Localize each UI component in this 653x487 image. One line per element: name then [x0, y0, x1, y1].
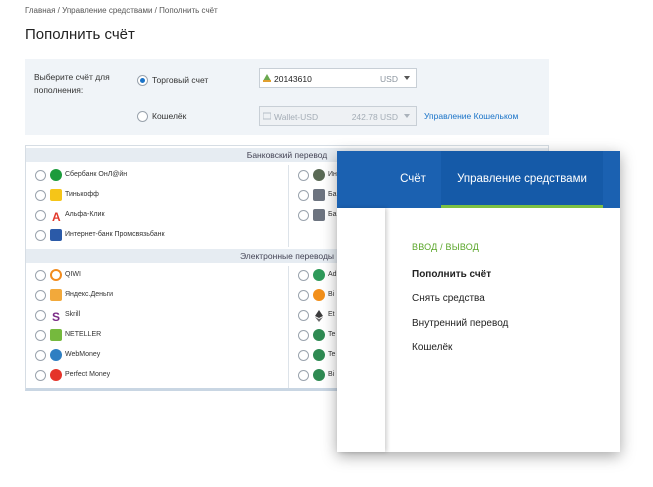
wallet-icon	[263, 112, 271, 120]
tinkoff-logo-icon	[50, 189, 62, 201]
advcash-logo-icon	[313, 269, 325, 281]
skrill-logo-icon: S	[50, 309, 62, 324]
bank-building-icon	[313, 189, 325, 201]
payment-method-radio[interactable]	[35, 170, 46, 181]
bank-transfer-icon	[313, 209, 325, 221]
qiwi-logo-icon	[50, 269, 62, 281]
sberbank-logo-icon	[50, 169, 62, 181]
tether-logo-icon	[313, 329, 325, 341]
payment-method-name: Яндекс.Деньги	[65, 291, 114, 298]
menu-item-wallet[interactable]: Кошелёк	[412, 342, 452, 353]
payment-method-name: Ин	[328, 171, 337, 178]
account-select-label: Выберите счёт для пополнения:	[34, 72, 110, 95]
payment-method-name: Интернет-банк Промсвязьбанк	[65, 231, 165, 238]
payment-method-radio[interactable]	[35, 230, 46, 241]
chevron-down-icon	[404, 76, 410, 80]
payment-method-radio[interactable]	[298, 350, 309, 361]
payment-method-name: Et	[328, 311, 335, 318]
payment-method-name: Perfect Money	[65, 371, 111, 378]
page-title: Пополнить счёт	[25, 26, 135, 43]
payment-method-radio[interactable]	[298, 210, 309, 221]
payment-method-name: Bi	[328, 371, 335, 378]
menu-item-internal-transfer[interactable]: Внутренний перевод	[412, 318, 508, 329]
webmoney-logo-icon	[50, 349, 62, 361]
menu-item-deposit[interactable]: Пополнить счёт	[412, 269, 491, 280]
tether-logo-icon	[313, 349, 325, 361]
radio-trading-account[interactable]	[137, 75, 148, 86]
payment-method-radio[interactable]	[298, 290, 309, 301]
account-menu-overlay: Счёт Управление средствами ВВОД / ВЫВОД …	[337, 151, 620, 452]
breadcrumb[interactable]: Главная / Управление средствами / Пополн…	[25, 6, 218, 15]
deposit-withdraw-heading: ВВОД / ВЫВОД	[412, 242, 480, 252]
payment-method-radio[interactable]	[35, 370, 46, 381]
account-select-panel: Выберите счёт для пополнения: Торговый с…	[25, 59, 549, 135]
account-select-value: 20143610	[274, 74, 312, 84]
overlay-sidebar	[337, 208, 385, 452]
payment-method-radio[interactable]	[35, 310, 46, 321]
overlay-header: Счёт Управление средствами	[337, 151, 620, 208]
payment-method-radio[interactable]	[35, 330, 46, 341]
account-select[interactable]: 20143610 USD	[259, 68, 417, 88]
payment-method-name: Тинькофф	[65, 191, 99, 198]
column-divider	[288, 165, 289, 247]
payment-method-radio[interactable]	[298, 330, 309, 341]
wallet-select-amount: 242.78 USD	[351, 112, 398, 122]
payment-method-name: Ad	[328, 271, 337, 278]
payment-method-radio[interactable]	[35, 350, 46, 361]
svg-text:S: S	[52, 310, 60, 322]
payment-method-name: Bi	[328, 291, 335, 298]
crypto-logo-icon	[313, 369, 325, 381]
payment-method-radio[interactable]	[298, 270, 309, 281]
payment-method-radio[interactable]	[298, 310, 309, 321]
payment-method-name: Skrill	[65, 311, 81, 318]
radio-wallet-label[interactable]: Кошелёк	[152, 111, 186, 121]
account-select-currency: USD	[380, 74, 398, 84]
tab-account[interactable]: Счёт	[389, 151, 437, 208]
payment-method-radio[interactable]	[35, 210, 46, 221]
ethereum-logo-icon	[313, 309, 325, 322]
account-type-icon	[263, 74, 271, 82]
wallet-select[interactable]: Wallet-USD 242.78 USD	[259, 106, 417, 126]
bank-logo-icon	[313, 169, 325, 181]
tab-funds-management[interactable]: Управление средствами	[441, 151, 603, 208]
alfa-click-logo-icon: А	[50, 209, 62, 224]
payment-method-name: Te	[328, 351, 336, 358]
payment-method-name: Сбербанк ОнЛ@йн	[65, 171, 128, 178]
manage-wallet-link[interactable]: Управление Кошельком	[424, 111, 518, 121]
neteller-logo-icon	[50, 329, 62, 341]
column-divider	[288, 266, 289, 388]
payment-method-radio[interactable]	[298, 170, 309, 181]
yandex-money-logo-icon	[50, 289, 62, 301]
payment-method-name: QIWI	[65, 271, 81, 278]
chevron-down-icon	[404, 114, 410, 118]
payment-method-radio[interactable]	[35, 270, 46, 281]
payment-method-name: Te	[328, 331, 336, 338]
payment-method-radio[interactable]	[298, 190, 309, 201]
payment-method-name: WebMoney	[65, 351, 101, 358]
payment-method-name: Альфа-Клик	[65, 211, 105, 218]
payment-method-radio[interactable]	[35, 290, 46, 301]
payment-method-name: NETELLER	[65, 331, 102, 338]
perfect-money-logo-icon	[50, 369, 62, 381]
radio-trading-account-label[interactable]: Торговый счет	[152, 75, 208, 85]
payment-method-radio[interactable]	[298, 370, 309, 381]
radio-wallet[interactable]	[137, 111, 148, 122]
menu-item-withdraw[interactable]: Снять средства	[412, 293, 485, 304]
promsvyazbank-logo-icon	[50, 229, 62, 241]
wallet-select-value: Wallet-USD	[274, 112, 319, 122]
payment-method-radio[interactable]	[35, 190, 46, 201]
svg-text:А: А	[52, 210, 61, 222]
bitcoin-logo-icon	[313, 289, 325, 301]
